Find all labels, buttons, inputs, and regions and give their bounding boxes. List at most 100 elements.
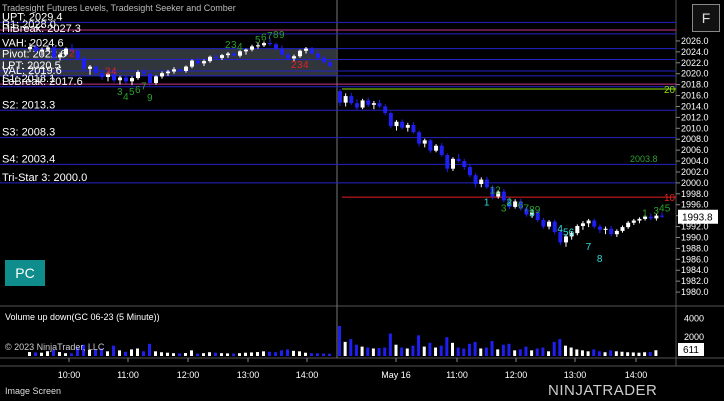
bar-counter: 9: [279, 30, 285, 41]
price-tick: 1986.0: [681, 254, 709, 264]
volume-bar: [106, 351, 109, 356]
volume-bar: [148, 343, 151, 356]
volume-bar: [366, 347, 370, 356]
volume-bar: [244, 352, 247, 356]
volume-bar: [130, 349, 133, 356]
level-label: LoBreak: 2017.6: [2, 76, 83, 88]
volume-bar: [184, 352, 187, 356]
volume-bar: [405, 348, 409, 356]
volume-bar: [338, 325, 341, 356]
volume-bar: [58, 352, 61, 356]
volume-bar: [603, 352, 607, 356]
time-tick: May 16: [381, 370, 411, 380]
volume-bar: [388, 333, 392, 356]
volume-bar: [286, 349, 289, 356]
price-tick: 2018.0: [681, 80, 709, 90]
volume-bar: [654, 350, 658, 356]
price-tick: 2008.0: [681, 134, 709, 144]
pc-button[interactable]: PC: [5, 260, 45, 286]
volume-bar: [484, 347, 488, 356]
volume-bar: [232, 353, 235, 356]
volume-bar: [28, 352, 31, 356]
time-tick: 13:00: [237, 370, 260, 380]
volume-bar: [371, 348, 375, 356]
volume-bar: [349, 339, 353, 356]
price-tick: 1980.0: [681, 287, 709, 297]
volume-bar: [70, 353, 73, 356]
chart-canvas[interactable]: UPT: 2029.4R1: 2028.0HiBreak: 2027.3VAH:…: [0, 0, 724, 401]
bar-counter: 5: [665, 203, 671, 214]
volume-bar: [439, 345, 443, 356]
volume-bar: [268, 351, 271, 356]
time-tick: 12:00: [505, 370, 528, 380]
volume-bar: [614, 351, 618, 356]
level-label: S4: 2003.4: [2, 153, 55, 165]
volume-bar: [586, 351, 590, 356]
volume-bar: [609, 350, 613, 356]
volume-bar: [142, 351, 145, 356]
price-tick: 2010.0: [681, 123, 709, 133]
volume-bar: [558, 339, 562, 356]
price-tick: 1996.0: [681, 200, 709, 210]
time-tick: 12:00: [177, 370, 200, 380]
volume-bar: [166, 352, 169, 356]
volume-tick: 4000: [684, 313, 704, 323]
volume-bar: [316, 353, 319, 356]
price-tick: 2000.0: [681, 178, 709, 188]
volume-bar: [304, 352, 307, 356]
bar-counter: 1: [484, 197, 490, 208]
price-tick: 1984.0: [681, 265, 709, 275]
volume-bar: [631, 352, 635, 356]
candle: [388, 111, 393, 129]
volume-bar: [569, 347, 573, 356]
volume-bar: [428, 342, 432, 356]
volume-bar: [190, 350, 193, 356]
seeker-level-label: 2003.8: [630, 154, 658, 164]
bar-counter: 2: [69, 48, 75, 59]
volume-bar: [124, 351, 127, 356]
volume-bar: [501, 344, 505, 356]
bar-counter: 9: [535, 205, 541, 216]
bar-counter: 6: [569, 227, 575, 238]
volume-bar: [456, 347, 460, 356]
volume-bar: [202, 353, 205, 356]
time-tick: 13:00: [564, 370, 587, 380]
volume-bar: [445, 337, 449, 356]
price-tick: 2006.0: [681, 145, 709, 155]
volume-bar: [518, 349, 522, 356]
time-tick: 11:00: [446, 370, 468, 380]
window-caption: Tradesight Futures Levels, Tradesight Se…: [2, 3, 236, 13]
volume-bar: [220, 353, 223, 356]
volume-bar: [524, 346, 528, 356]
price-tick: 2024.0: [681, 47, 709, 57]
last-price-label: 1993.8: [682, 213, 713, 224]
bar-counter: 8: [597, 254, 603, 265]
volume-bar: [626, 352, 630, 356]
price-tick: 2022.0: [681, 58, 709, 68]
bar-counter: 12: [490, 185, 502, 196]
volume-bar: [250, 352, 253, 356]
volume-bar: [490, 340, 494, 356]
bar-counter: 7: [586, 242, 592, 253]
volume-bar: [238, 353, 241, 356]
copyright-text: © 2023 NinjaTrader, LLC: [5, 342, 105, 352]
fullscreen-button[interactable]: F: [692, 4, 720, 32]
volume-bar: [530, 350, 534, 356]
volume-bar: [196, 353, 199, 356]
volume-bar: [580, 350, 584, 356]
volume-bar: [496, 349, 500, 356]
volume-bar: [575, 349, 579, 356]
volume-bar: [383, 347, 387, 356]
volume-bar: [322, 353, 325, 356]
volume-bar: [343, 341, 347, 356]
level-label: S2: 2013.3: [2, 99, 55, 111]
bar-counter: 9: [147, 93, 153, 104]
volume-bar: [298, 351, 301, 356]
volume-bar: [214, 352, 217, 356]
volume-bar: [360, 346, 364, 356]
price-tick: 2004.0: [681, 156, 709, 166]
volume-bar: [136, 348, 139, 356]
volume-bar: [434, 347, 438, 356]
volume-bar: [34, 352, 37, 356]
level-label: HiBreak: 2027.3: [2, 23, 81, 35]
